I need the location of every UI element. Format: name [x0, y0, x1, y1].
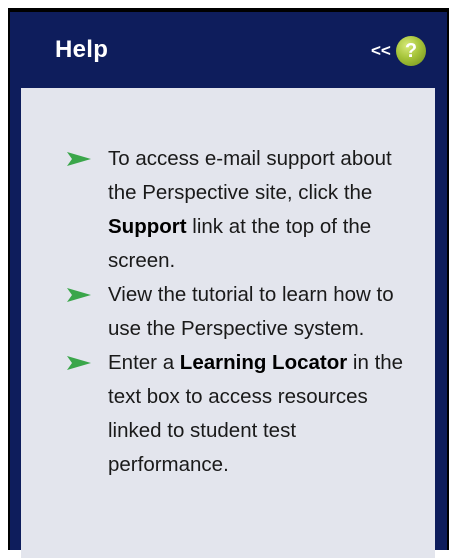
help-panel: Help << ? To access e-mail support about…: [8, 8, 449, 558]
tip-text-before: View the tutorial to learn how to use th…: [108, 283, 394, 340]
panel-title: Help: [55, 36, 109, 63]
tip-text-before: Enter a: [108, 351, 180, 374]
list-item: View the tutorial to learn how to use th…: [21, 278, 408, 346]
tip-text-bold: Support: [108, 215, 187, 238]
arrow-right-icon: [67, 356, 91, 370]
tip-text-before: To access e-mail support about the Persp…: [108, 147, 392, 204]
help-content: To access e-mail support about the Persp…: [21, 88, 435, 558]
help-icon[interactable]: ?: [396, 36, 426, 66]
list-item: To access e-mail support about the Persp…: [21, 142, 408, 278]
arrow-right-icon: [67, 152, 91, 166]
arrow-right-icon: [67, 288, 91, 302]
tip-text-bold: Learning Locator: [179, 351, 348, 374]
help-panel-header: Help << ?: [10, 12, 447, 88]
list-item: Enter a Learning Locator in the text box…: [21, 346, 408, 482]
tips-list: To access e-mail support about the Persp…: [21, 142, 408, 482]
collapse-button[interactable]: <<: [371, 41, 391, 61]
